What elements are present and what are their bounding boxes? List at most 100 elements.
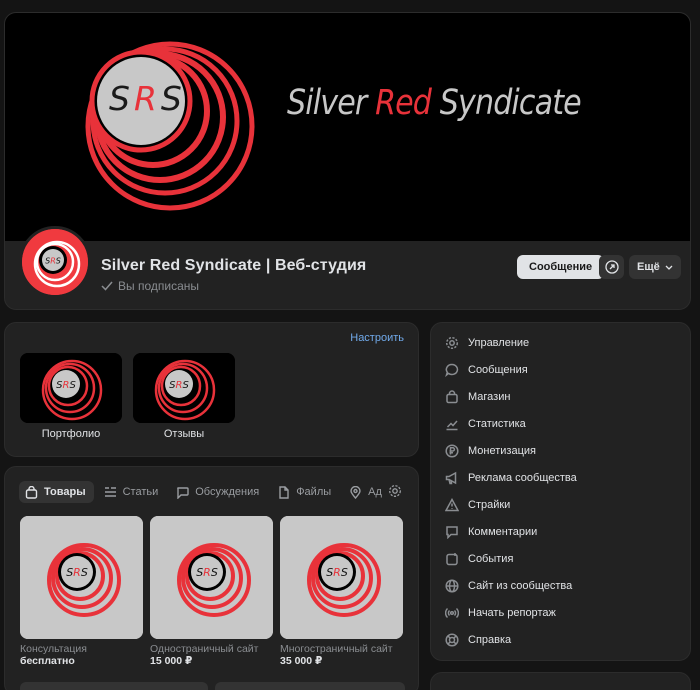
chevron-down-icon bbox=[665, 265, 673, 270]
album-label: Портфолио bbox=[41, 428, 101, 440]
globe-icon bbox=[445, 578, 459, 593]
goods-action-button[interactable] bbox=[20, 682, 208, 690]
cover-logo-letters: SRS bbox=[109, 79, 186, 118]
menu-item-label: Страйки bbox=[468, 498, 511, 511]
menu-item-strikes[interactable]: Страйки bbox=[445, 491, 510, 518]
goods-action-button[interactable] bbox=[215, 682, 405, 690]
more-button[interactable]: Ещё bbox=[629, 255, 681, 279]
menu-item-statistics[interactable]: Статистика bbox=[445, 410, 526, 437]
goods-block: Товары Статьи Обсуждения Файлы Ад SRS Ко… bbox=[4, 466, 419, 690]
subscription-status-label: Вы подписаны bbox=[118, 279, 199, 293]
community-header: SRS Silver Red Syndicate SRS Silver Red … bbox=[4, 12, 691, 310]
menu-item-label: Монетизация bbox=[468, 444, 536, 457]
album-thumbnail: SRS bbox=[133, 353, 235, 423]
broadcast-icon bbox=[445, 607, 459, 618]
menu-item-label: Комментарии bbox=[468, 525, 538, 538]
tab-label: Статьи bbox=[122, 486, 159, 498]
svg-text:SRS: SRS bbox=[169, 380, 189, 391]
menu-item-comments[interactable]: Комментарии bbox=[445, 518, 537, 545]
tab-discussions[interactable]: Обсуждения bbox=[170, 481, 267, 503]
menu-item-site[interactable]: Сайт из сообщества bbox=[445, 572, 572, 599]
next-block-card bbox=[430, 672, 691, 690]
svg-text:SRS: SRS bbox=[326, 566, 348, 579]
share-arrow-icon bbox=[604, 260, 619, 274]
albums-block: Настроить SRS Портфолио SRS Отзывы bbox=[4, 322, 419, 457]
product-card[interactable]: SRS Консультация бесплатно bbox=[20, 516, 143, 667]
avatar[interactable]: SRS bbox=[19, 226, 91, 298]
tab-goods[interactable]: Товары bbox=[19, 481, 94, 503]
configure-link[interactable]: Настроить bbox=[350, 332, 404, 344]
chat-bubble-icon bbox=[177, 486, 189, 499]
product-title: Консультация bbox=[20, 643, 87, 655]
product-card[interactable]: SRS Одностраничный сайт 15 000 ₽ bbox=[150, 516, 273, 667]
tab-label: Файлы bbox=[296, 486, 332, 498]
product-image: SRS bbox=[150, 516, 273, 639]
menu-item-monetization[interactable]: Монетизация bbox=[445, 437, 536, 464]
gear-icon bbox=[445, 336, 459, 349]
tab-label: Обсуждения bbox=[195, 486, 260, 498]
cover-image: SRS Silver Red Syndicate bbox=[5, 13, 690, 241]
album-thumbnail: SRS bbox=[20, 353, 122, 423]
menu-item-shop[interactable]: Магазин bbox=[445, 383, 510, 410]
file-icon bbox=[279, 485, 289, 499]
tab-label: Ад bbox=[368, 486, 382, 498]
shopping-bag-icon bbox=[446, 389, 458, 403]
cover-logo bbox=[85, 41, 255, 211]
checkmark-icon bbox=[101, 281, 113, 291]
group-name: Silver Red Syndicate | Веб-студия bbox=[101, 257, 367, 274]
menu-item-label: Начать репортаж bbox=[468, 606, 556, 619]
product-price: 35 000 ₽ bbox=[280, 655, 323, 667]
menu-item-manage[interactable]: Управление bbox=[445, 329, 529, 356]
album-label: Отзывы bbox=[163, 428, 205, 440]
product-image: SRS bbox=[280, 516, 403, 639]
tab-files[interactable]: Файлы bbox=[271, 481, 339, 503]
product-image: SRS bbox=[20, 516, 143, 639]
article-icon bbox=[104, 486, 116, 497]
message-icon bbox=[445, 363, 459, 377]
calendar-icon bbox=[446, 552, 458, 565]
warning-icon bbox=[445, 497, 459, 511]
subscription-status[interactable]: Вы подписаны bbox=[101, 279, 199, 293]
megaphone-icon bbox=[445, 471, 457, 484]
comment-icon bbox=[446, 525, 458, 539]
menu-item-label: Справка bbox=[468, 633, 512, 646]
svg-text:SRS: SRS bbox=[196, 566, 218, 579]
content-tabs: Товары Статьи Обсуждения Файлы Ад bbox=[19, 481, 404, 503]
menu-item-events[interactable]: События bbox=[445, 545, 513, 572]
svg-text:SRS: SRS bbox=[45, 257, 61, 266]
menu-item-label: Управление bbox=[468, 336, 530, 349]
menu-item-help[interactable]: Справка bbox=[445, 626, 511, 653]
menu-item-label: Реклама сообщества bbox=[468, 471, 577, 484]
svg-text:SRS: SRS bbox=[56, 380, 76, 391]
menu-item-label: Сайт из сообщества bbox=[468, 579, 573, 592]
share-button[interactable] bbox=[599, 255, 624, 279]
album-reviews[interactable]: SRS Отзывы bbox=[133, 353, 235, 440]
tab-articles[interactable]: Статьи bbox=[98, 481, 167, 503]
more-button-label: Ещё bbox=[637, 261, 660, 273]
product-title: Одностраничный сайт bbox=[150, 643, 259, 655]
bag-icon bbox=[25, 485, 38, 499]
product-price: 15 000 ₽ bbox=[150, 655, 193, 667]
cover-title: Silver Red Syndicate bbox=[287, 83, 582, 123]
menu-item-label: Сообщения bbox=[468, 363, 528, 376]
menu-item-label: События bbox=[468, 552, 514, 565]
ruble-coin-icon bbox=[445, 443, 459, 458]
product-title: Многостраничный сайт bbox=[280, 643, 393, 655]
tab-addresses[interactable]: Ад bbox=[343, 481, 390, 503]
menu-item-label: Магазин bbox=[468, 390, 511, 403]
menu-item-broadcast[interactable]: Начать репортаж bbox=[445, 599, 556, 626]
tab-label: Товары bbox=[44, 486, 86, 498]
menu-item-label: Статистика bbox=[468, 417, 526, 430]
location-pin-icon bbox=[350, 485, 361, 499]
product-card[interactable]: SRS Многостраничный сайт 35 000 ₽ bbox=[280, 516, 403, 667]
product-price: бесплатно bbox=[20, 655, 75, 667]
statistics-icon bbox=[446, 420, 458, 430]
message-button[interactable]: Сообщение bbox=[517, 255, 605, 279]
help-lifebuoy-icon bbox=[445, 632, 459, 647]
album-portfolio[interactable]: SRS Портфолио bbox=[20, 353, 122, 440]
svg-text:SRS: SRS bbox=[66, 566, 88, 579]
admin-menu: Управление Сообщения Магазин Статистика … bbox=[430, 322, 691, 661]
menu-item-ads[interactable]: Реклама сообщества bbox=[445, 464, 577, 491]
menu-item-messages[interactable]: Сообщения bbox=[445, 356, 528, 383]
gear-icon[interactable] bbox=[388, 484, 402, 498]
